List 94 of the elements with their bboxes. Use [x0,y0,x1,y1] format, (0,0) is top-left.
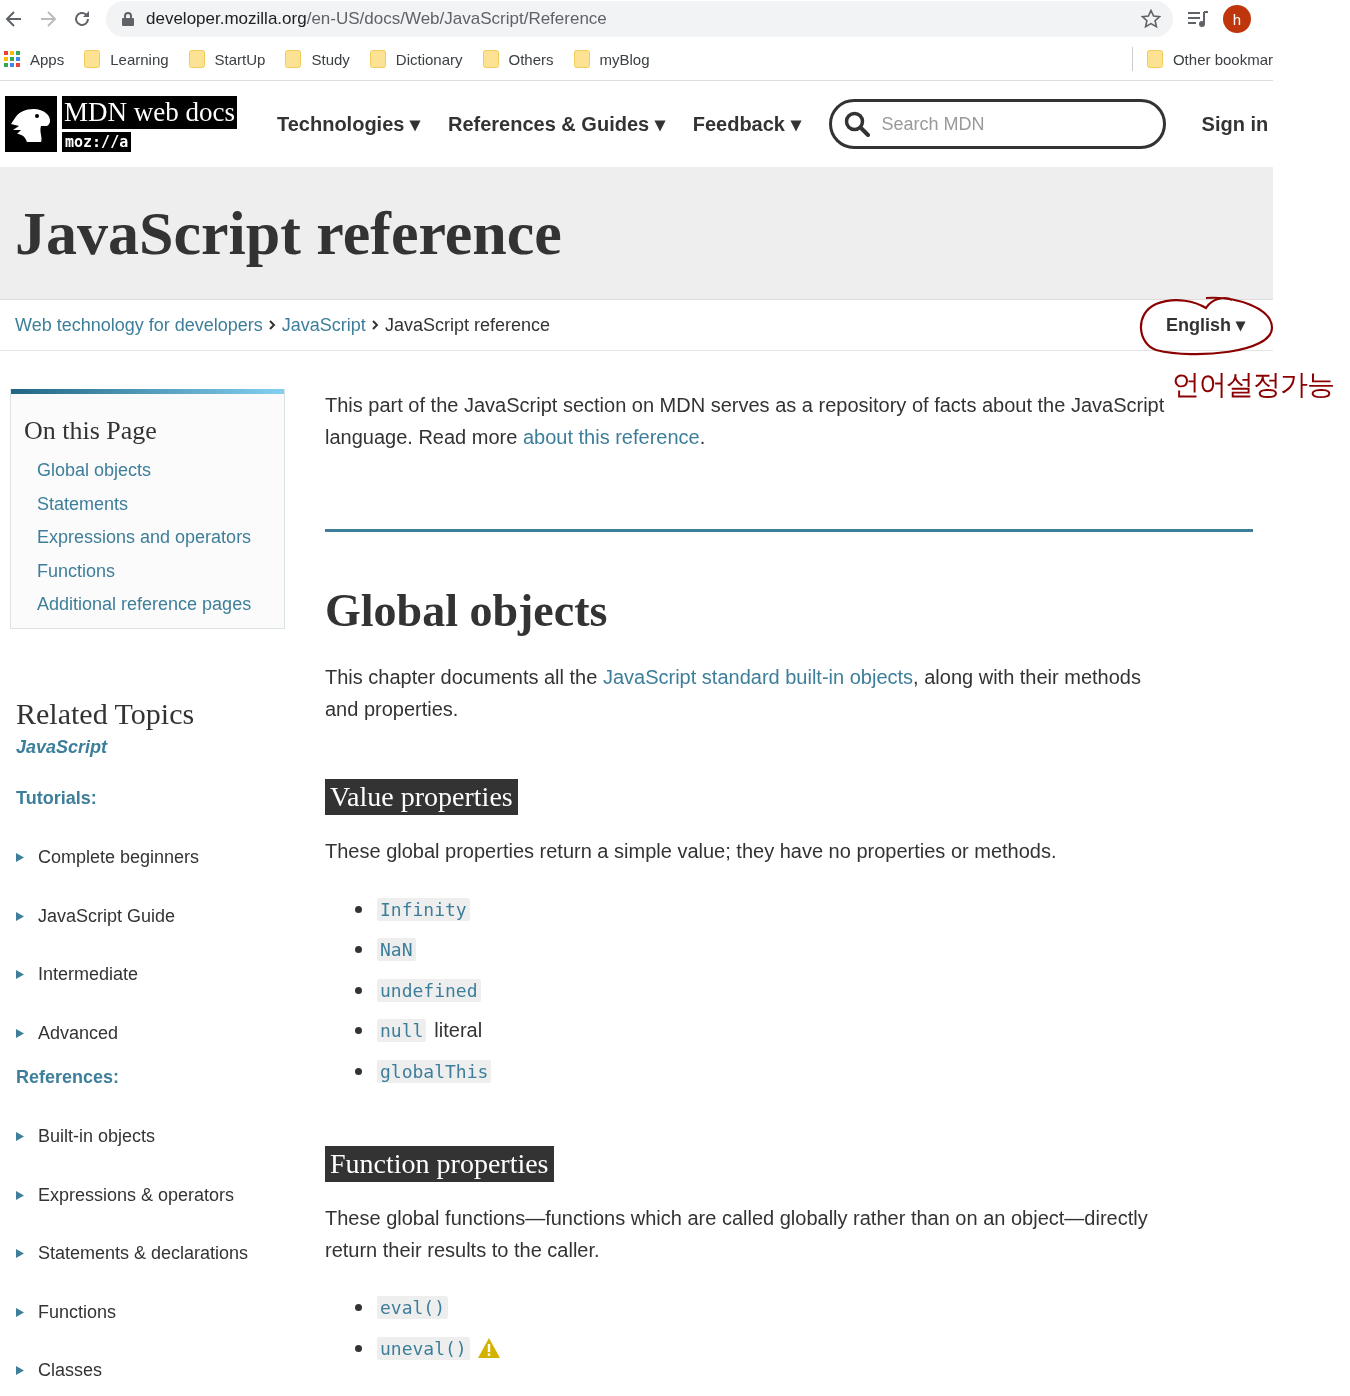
bullet-icon [355,946,362,954]
folder-icon [188,50,205,68]
logo-mark[interactable] [5,96,57,152]
triangle-icon [16,970,24,980]
folder-icon [573,50,590,68]
folder-icon [482,50,499,68]
bookmark[interactable]: Apps [4,50,65,68]
logo-title[interactable]: MDN web docs [62,96,237,129]
nav-menu[interactable]: References & Guides ▾ [447,112,665,136]
code-link[interactable]: null [377,1019,427,1043]
triangle-icon [16,1028,24,1038]
paragraph: These global properties return a simple value; they have no properties or methods. [325,839,1058,864]
toc-link[interactable]: Statements [37,487,284,521]
bookmark[interactable]: myBlog [573,50,650,68]
code-link[interactable]: Infinity [377,897,470,921]
toc-link[interactable]: Global objects [37,454,284,488]
paragraph: This part of the JavaScript section on MDN serves as a repository of facts about the JavaScript language. Read more about this reference. [325,393,1165,450]
bullet-icon [355,1027,362,1035]
search-field[interactable]: Search MDN [828,99,1166,149]
subsection-heading: Function properties [325,1145,554,1182]
folder-icon [285,50,302,68]
text-link[interactable]: JavaScript standard built-in objects [602,666,914,688]
search-icon [843,111,870,137]
code-link[interactable]: uneval() [377,1336,470,1360]
nav-menu[interactable]: Feedback ▾ [692,112,801,136]
bookmark[interactable]: StartUp [188,50,266,68]
topic-link[interactable]: Functions [38,1301,117,1323]
folder-icon [369,50,386,68]
star-icon[interactable] [1141,9,1161,29]
group-heading: Tutorials: [16,787,98,809]
handwritten-note: 언어설정가능 [1172,368,1334,402]
bookmark[interactable]: Dictionary [369,50,463,68]
topic-link[interactable]: Advanced [38,1022,119,1044]
bookmark[interactable]: Study [285,50,350,68]
sign-in-link[interactable]: Sign in [1201,112,1269,136]
breadcrumb[interactable]: JavaScript [281,314,366,336]
folder-icon [1146,50,1163,68]
triangle-icon [16,853,24,863]
topic-link[interactable]: JavaScript Guide [38,905,176,927]
code-link[interactable]: NaN [377,938,416,962]
toc-link[interactable]: Expressions and operators [37,521,284,555]
topic-link[interactable]: Complete beginners [38,847,200,869]
url-text: developer.mozilla.org/en-US/docs/Web/JavaScript/Reference [146,9,608,29]
bullet-icon [355,1344,362,1352]
triangle-icon [16,1249,24,1259]
search-input[interactable]: Search MDN [879,112,1151,136]
section-heading: Global objects [325,584,609,637]
code-link[interactable]: undefined [377,978,481,1002]
logo-subtitle[interactable]: moz://a [62,132,132,152]
topic-link[interactable]: Expressions & operators [38,1184,235,1206]
back-icon[interactable] [4,9,24,29]
reload-icon[interactable] [72,9,92,29]
toc-title: On this Page [24,416,158,446]
triangle-icon [16,1132,24,1142]
bookmark[interactable]: Other bookmar [1146,50,1273,68]
breadcrumb[interactable]: JavaScript reference [384,314,550,336]
chevron-icon [268,320,276,330]
language-menu[interactable]: English ▾ [1166,314,1245,336]
paragraph: These global functions—functions which are called globally rather than on an object—directly return their results to the caller. [325,1205,1149,1263]
page-title: JavaScript reference [15,197,562,269]
triangle-icon [16,1190,24,1200]
playlist-icon[interactable] [1187,10,1209,28]
triangle-icon [16,1307,24,1317]
code-link[interactable]: globalThis [377,1059,492,1083]
topic-link[interactable]: Built-in objects [38,1126,156,1148]
topic-link[interactable]: Statements & declarations [38,1243,249,1265]
triangle-icon [16,1366,24,1376]
address-bar[interactable]: developer.mozilla.org/en-US/docs/Web/JavaScript/Reference [106,1,1173,37]
group-heading: References: [16,1066,121,1088]
topic-link[interactable]: Classes [38,1360,103,1382]
code-link[interactable]: eval() [377,1296,449,1320]
chevron-icon [371,320,379,330]
bullet-icon [355,1304,362,1312]
breadcrumb[interactable]: Web technology for developers [15,314,263,336]
subsection-heading: Value properties [325,779,518,815]
folder-icon [84,50,101,68]
triangle-icon [16,911,24,921]
related-title: Related Topics [16,696,196,731]
toc-link[interactable]: Additional reference pages [37,588,284,622]
bullet-icon [355,1067,362,1075]
lock-icon [122,12,134,26]
bookmark[interactable]: Learning [84,50,169,68]
bullet-icon [355,905,362,913]
bullet-icon [355,986,362,994]
subject-link[interactable]: JavaScript [16,736,108,758]
bookmark[interactable]: Others [482,50,554,68]
paragraph: This chapter documents all the JavaScript standard built-in objects, along with their methods and properties. [325,665,1142,722]
nav-menu[interactable]: Technologies ▾ [277,112,420,136]
profile-avatar[interactable]: h [1223,5,1251,33]
apps-grid-icon [4,51,20,67]
list-text: literal [434,1019,483,1043]
text-link[interactable]: about this reference [522,426,700,448]
toc-link[interactable]: Functions [37,554,284,588]
topic-link[interactable]: Intermediate [38,964,139,986]
